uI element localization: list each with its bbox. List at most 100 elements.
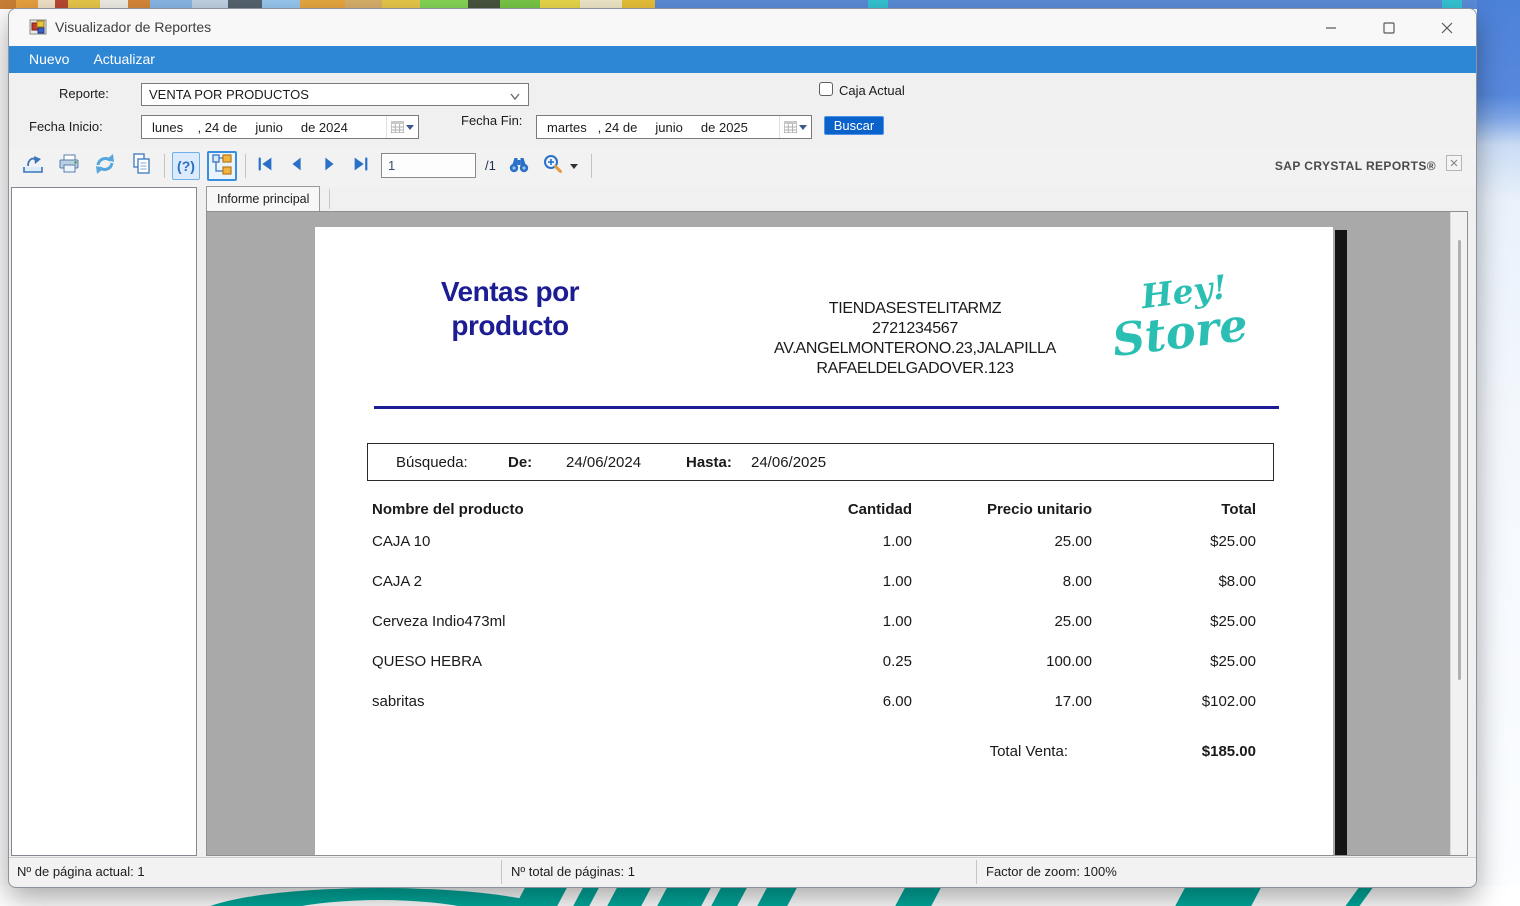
row-qty: 6.00 [735,693,912,710]
hey-store-logo: Hey! Store [1106,265,1284,363]
page-number-input[interactable] [381,153,476,178]
report-title-line2: producto [395,309,625,343]
row-total: $25.00 [1079,653,1256,670]
status-zoom-factor: Factor de zoom: 100% [986,864,1117,879]
de-label: De: [508,454,532,471]
report-page: Ventas por producto TIENDAS ESTELITA RMZ… [315,227,1333,856]
vertical-scrollbar[interactable] [1450,212,1467,855]
last-page-icon [351,154,371,179]
logo-line2: Store [1110,299,1284,363]
row-price: 8.00 [915,573,1092,590]
header-precio-unitario: Precio unitario [915,501,1092,518]
next-page-button[interactable] [317,152,341,180]
chevron-down-icon [508,89,522,106]
fecha-fin-value: martes , 24 de junio de 2025 [537,120,779,135]
fecha-inicio-picker[interactable]: lunes , 24 de junio de 2024 [141,115,419,139]
header-nombre: Nombre del producto [372,501,524,518]
header-cantidad: Cantidad [735,501,912,518]
printer-icon [56,151,82,182]
copy-button[interactable] [127,152,155,180]
total-venta-label: Total Venta: [875,743,1068,760]
crystal-toolbar: (?) [9,146,1476,187]
first-page-icon [255,154,275,179]
wallpaper-bar [892,886,944,906]
find-text-button[interactable] [505,152,533,180]
row-name: CAJA 10 [372,533,430,550]
first-page-button[interactable] [253,152,277,180]
desktop-wallpaper-art [0,886,1520,906]
filter-panel: Reporte: VENTA POR PRODUCTOS Caja Actual… [9,73,1476,146]
binoculars-icon [507,152,531,181]
calendar-dropdown-icon[interactable] [386,116,418,138]
table-row: QUESO HEBRA 0.25 100.00 $25.00 [315,653,1333,673]
minimize-button[interactable] [1302,9,1360,46]
total-venta-value: $185.00 [1079,743,1256,760]
de-value: 24/06/2024 [566,454,641,471]
report-combobox-value: VENTA POR PRODUCTOS [149,87,309,102]
window-controls [1302,9,1476,46]
status-separator [501,860,502,884]
wallpaper-bar [754,886,800,906]
titlebar: Visualizador de Reportes [9,9,1476,46]
row-total: $102.00 [1079,693,1256,710]
row-price: 17.00 [915,693,1092,710]
row-price: 25.00 [915,533,1092,550]
status-current-page: Nº de página actual: 1 [17,864,145,879]
window-title: Visualizador de Reportes [55,19,211,35]
row-qty: 0.25 [735,653,912,670]
maximize-button[interactable] [1360,9,1418,46]
report-title: Ventas por producto [395,275,625,343]
brand-close-button[interactable] [1446,155,1462,171]
parameter-panel-toggle-button[interactable]: (?) [172,152,200,180]
refresh-icon [92,151,118,182]
last-page-button[interactable] [349,152,373,180]
caja-actual-checkbox[interactable] [819,82,833,96]
caja-actual-label: Caja Actual [839,83,905,98]
desktop-right-strip [1477,0,1520,896]
copy-icon [128,151,154,182]
zoom-button[interactable] [539,152,567,180]
calendar-dropdown-icon[interactable] [779,116,811,138]
zoom-dropdown-button[interactable] [567,152,581,180]
busqueda-label: Búsqueda: [396,454,468,471]
menu-item-actualizar[interactable]: Actualizar [81,46,166,73]
refresh-button[interactable] [91,152,119,180]
menu-item-nuevo[interactable]: Nuevo [9,46,81,73]
table-row: Cerveza Indio473ml 1.00 25.00 $25.00 [315,613,1333,633]
fecha-inicio-value: lunes , 24 de junio de 2024 [142,120,386,135]
fecha-inicio-label: Fecha Inicio: [29,119,103,134]
toolbar-separator [164,154,165,178]
group-tree-panel[interactable] [11,187,197,856]
table-header-row: Nombre del producto Cantidad Precio unit… [315,501,1333,521]
fecha-fin-picker[interactable]: martes , 24 de junio de 2025 [536,115,812,139]
row-price: 100.00 [915,653,1092,670]
wallpaper-bar [512,886,570,906]
wallpaper-bar [1172,886,1264,906]
close-button[interactable] [1418,9,1476,46]
row-total: $8.00 [1079,573,1256,590]
row-qty: 1.00 [735,573,912,590]
report-title-line1: Ventas por [395,275,625,309]
row-qty: 1.00 [735,613,912,630]
export-button[interactable] [19,152,47,180]
row-qty: 1.00 [735,533,912,550]
status-separator [976,860,977,884]
wallpaper-bar [1341,886,1377,906]
app-icon [29,18,47,36]
page-total-label: /1 [485,158,496,173]
group-tree-icon [210,152,234,181]
wallpaper-bar [654,886,714,906]
report-viewport: Ventas por producto TIENDAS ESTELITA RMZ… [206,211,1468,856]
group-tree-toggle-button[interactable] [207,151,237,181]
header-total: Total [1079,501,1256,518]
previous-page-button[interactable] [285,152,309,180]
scrollbar-thumb[interactable] [1458,240,1461,680]
buscar-button[interactable]: Buscar [824,116,884,135]
print-button[interactable] [55,152,83,180]
report-combobox[interactable]: VENTA POR PRODUCTOS [141,83,529,106]
toolbar-separator [591,154,592,178]
hasta-label: Hasta: [686,454,732,471]
tab-informe-principal[interactable]: Informe principal [206,186,320,211]
help-icon: (?) [177,158,195,174]
table-row: CAJA 2 1.00 8.00 $8.00 [315,573,1333,593]
